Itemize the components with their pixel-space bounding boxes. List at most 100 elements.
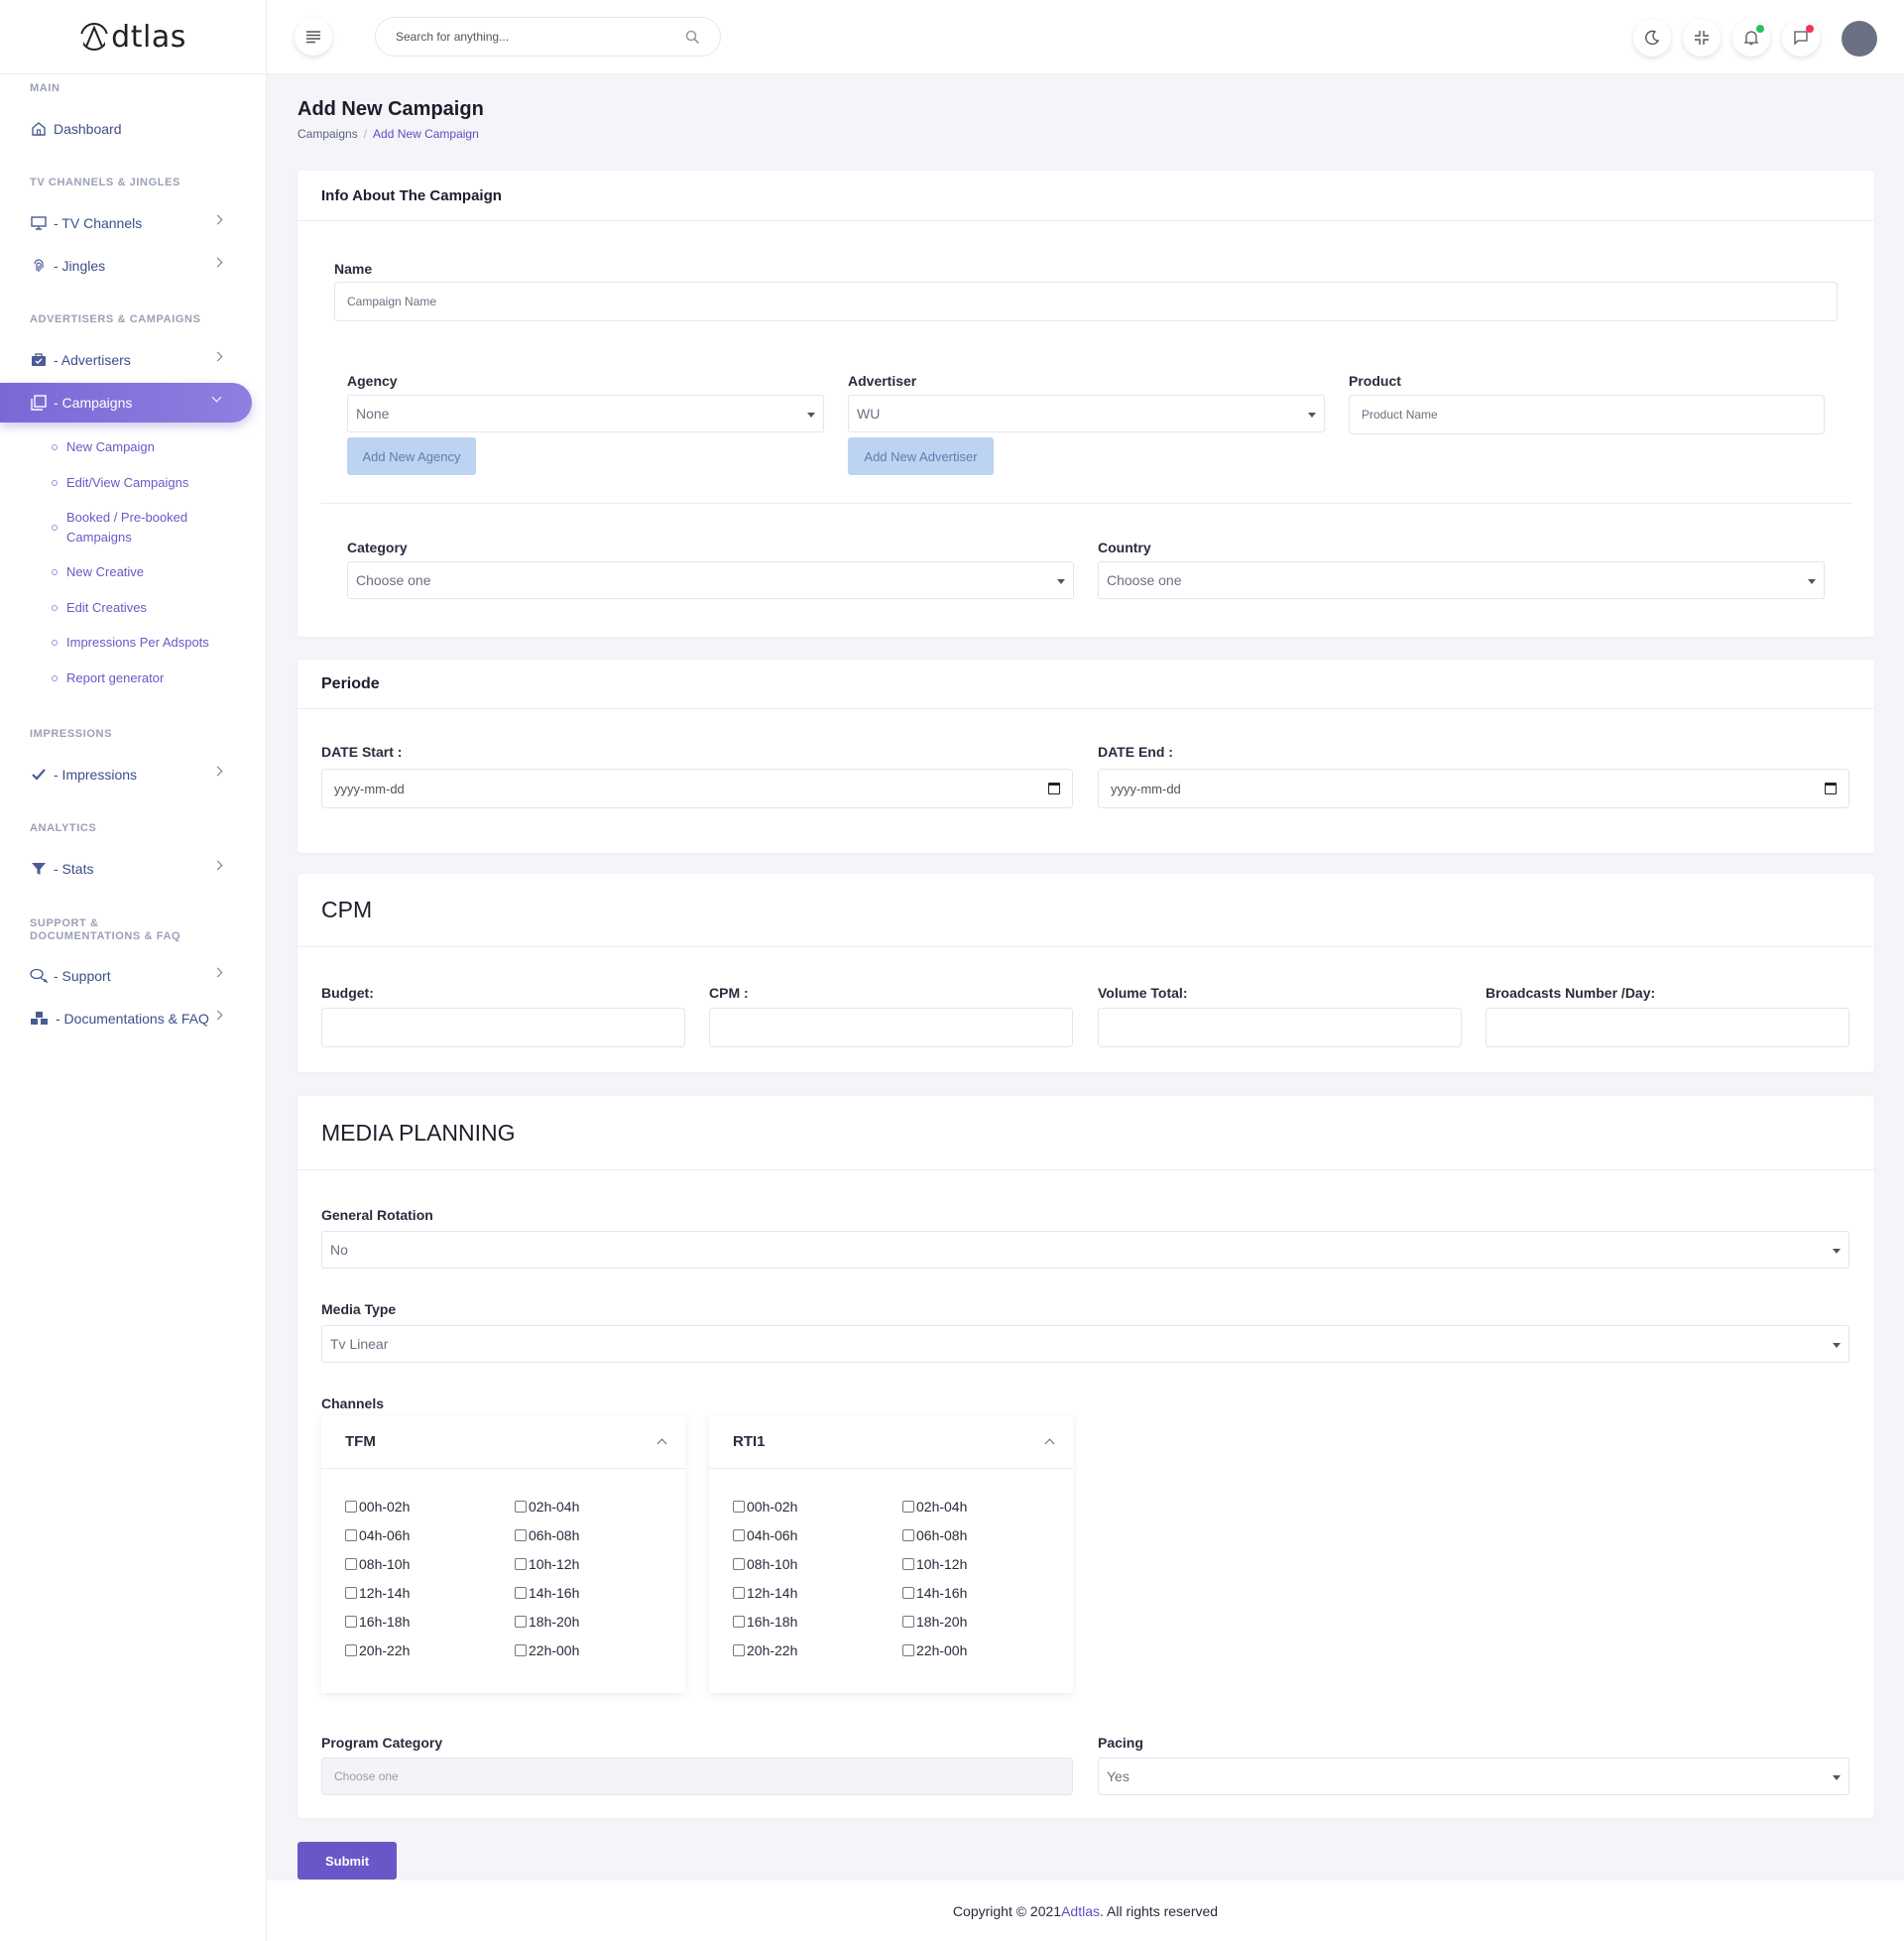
calendar-icon[interactable] (1825, 783, 1837, 794)
time-slot-checkbox[interactable]: 08h-10h (345, 1556, 410, 1572)
time-slot-checkbox[interactable]: 14h-16h (902, 1585, 967, 1601)
checkbox[interactable] (515, 1529, 527, 1541)
sidebar-item-support[interactable]: - Support (0, 956, 267, 996)
submenu-item-report-generator[interactable]: Report generator (0, 668, 267, 703)
submenu-item-new-creative[interactable]: New Creative (0, 562, 267, 598)
menu-toggle-button[interactable] (295, 18, 332, 56)
product-name-input[interactable]: Product Name (1349, 395, 1825, 434)
checkbox[interactable] (902, 1501, 914, 1513)
notifications-button[interactable] (1732, 19, 1770, 57)
checkbox[interactable] (515, 1644, 527, 1656)
cpm-input[interactable] (709, 1008, 1073, 1047)
submenu-item-new-campaign[interactable]: New Campaign (0, 437, 267, 473)
checkbox[interactable] (902, 1644, 914, 1656)
time-slot-checkbox[interactable]: 12h-14h (345, 1585, 410, 1601)
time-slot-checkbox[interactable]: 20h-22h (345, 1642, 410, 1658)
checkbox[interactable] (733, 1587, 745, 1599)
agency-select[interactable]: None (347, 395, 824, 432)
program-category-input[interactable]: Choose one (321, 1758, 1073, 1795)
sidebar-item-tv-channels[interactable]: - TV Channels (0, 203, 267, 243)
checkbox[interactable] (345, 1644, 357, 1656)
submenu-item-impressions-per-adspots[interactable]: Impressions Per Adspots (0, 633, 267, 668)
sidebar-item-docs[interactable]: - Documentations & FAQ (0, 999, 267, 1038)
date-end-input[interactable]: yyyy-mm-dd (1098, 769, 1849, 808)
time-slot-checkbox[interactable]: 02h-04h (515, 1499, 579, 1515)
campaign-name-input[interactable]: Campaign Name (334, 282, 1838, 321)
checkbox[interactable] (902, 1616, 914, 1628)
checkbox[interactable] (345, 1501, 357, 1513)
checkbox[interactable] (902, 1558, 914, 1570)
time-slot-checkbox[interactable]: 12h-14h (733, 1585, 797, 1601)
country-select[interactable]: Choose one (1098, 561, 1825, 599)
category-select[interactable]: Choose one (347, 561, 1074, 599)
checkbox[interactable] (345, 1558, 357, 1570)
dark-mode-button[interactable] (1633, 19, 1671, 57)
sidebar-item-stats[interactable]: - Stats (0, 849, 267, 889)
search-bar[interactable]: Search for anything... (375, 17, 721, 57)
time-slot-checkbox[interactable]: 06h-08h (515, 1527, 579, 1543)
time-slot-checkbox[interactable]: 20h-22h (733, 1642, 797, 1658)
add-advertiser-button[interactable]: Add New Advertiser (848, 437, 994, 475)
calendar-icon[interactable] (1048, 783, 1060, 794)
add-agency-button[interactable]: Add New Agency (347, 437, 476, 475)
sidebar-item-dashboard[interactable]: Dashboard (0, 109, 267, 149)
checkbox[interactable] (515, 1501, 527, 1513)
time-slot-checkbox[interactable]: 22h-00h (515, 1642, 579, 1658)
app-logo[interactable]: dtlas (0, 0, 266, 74)
search-input[interactable]: Search for anything... (396, 30, 685, 44)
sidebar-item-campaigns[interactable]: - Campaigns (0, 383, 252, 423)
chevron-up-icon[interactable] (656, 1438, 667, 1449)
time-slot-checkbox[interactable]: 14h-16h (515, 1585, 579, 1601)
sidebar-item-advertisers[interactable]: - Advertisers (0, 340, 267, 380)
search-icon[interactable] (685, 30, 700, 45)
checkbox[interactable] (345, 1529, 357, 1541)
time-slot-checkbox[interactable]: 06h-08h (902, 1527, 967, 1543)
checkbox[interactable] (345, 1616, 357, 1628)
volume-total-input[interactable] (1098, 1008, 1462, 1047)
footer-brand-link[interactable]: Adtlas (1061, 1903, 1100, 1919)
time-slot-checkbox[interactable]: 04h-06h (345, 1527, 410, 1543)
checkbox[interactable] (733, 1501, 745, 1513)
channel-header[interactable]: TFM (321, 1415, 685, 1469)
time-slot-checkbox[interactable]: 04h-06h (733, 1527, 797, 1543)
time-slot-checkbox[interactable]: 00h-02h (345, 1499, 410, 1515)
fullscreen-button[interactable] (1683, 19, 1721, 57)
time-slot-checkbox[interactable]: 16h-18h (733, 1614, 797, 1630)
time-slot-checkbox[interactable]: 18h-20h (902, 1614, 967, 1630)
time-slot-checkbox[interactable]: 08h-10h (733, 1556, 797, 1572)
checkbox[interactable] (733, 1529, 745, 1541)
time-slot-checkbox[interactable]: 10h-12h (902, 1556, 967, 1572)
breadcrumb-campaigns[interactable]: Campaigns (298, 127, 358, 141)
checkbox[interactable] (902, 1587, 914, 1599)
submit-button[interactable]: Submit (298, 1842, 397, 1880)
budget-input[interactable] (321, 1008, 685, 1047)
messages-button[interactable] (1782, 19, 1820, 57)
channel-header[interactable]: RTI1 (709, 1415, 1073, 1469)
avatar[interactable] (1842, 21, 1877, 57)
chevron-up-icon[interactable] (1044, 1438, 1055, 1449)
checkbox[interactable] (515, 1587, 527, 1599)
time-slot-checkbox[interactable]: 22h-00h (902, 1642, 967, 1658)
checkbox[interactable] (733, 1644, 745, 1656)
submenu-item-booked-campaigns[interactable]: Booked / Pre-booked Campaigns (0, 508, 267, 562)
time-slot-checkbox[interactable]: 10h-12h (515, 1556, 579, 1572)
sidebar-item-jingles[interactable]: - Jingles (0, 246, 267, 286)
time-slot-checkbox[interactable]: 16h-18h (345, 1614, 410, 1630)
checkbox[interactable] (515, 1558, 527, 1570)
submenu-item-edit-creatives[interactable]: Edit Creatives (0, 598, 267, 633)
checkbox[interactable] (345, 1587, 357, 1599)
time-slot-checkbox[interactable]: 18h-20h (515, 1614, 579, 1630)
sidebar-item-impressions[interactable]: - Impressions (0, 755, 267, 794)
checkbox[interactable] (733, 1558, 745, 1570)
checkbox[interactable] (733, 1616, 745, 1628)
advertiser-select[interactable]: WU (848, 395, 1325, 432)
submenu-item-edit-campaigns[interactable]: Edit/View Campaigns (0, 473, 267, 508)
pacing-select[interactable]: Yes (1098, 1758, 1849, 1795)
general-rotation-select[interactable]: No (321, 1231, 1849, 1269)
time-slot-checkbox[interactable]: 00h-02h (733, 1499, 797, 1515)
broadcasts-input[interactable] (1486, 1008, 1849, 1047)
checkbox[interactable] (902, 1529, 914, 1541)
date-start-input[interactable]: yyyy-mm-dd (321, 769, 1073, 808)
time-slot-checkbox[interactable]: 02h-04h (902, 1499, 967, 1515)
media-type-select[interactable]: Tv Linear (321, 1325, 1849, 1363)
